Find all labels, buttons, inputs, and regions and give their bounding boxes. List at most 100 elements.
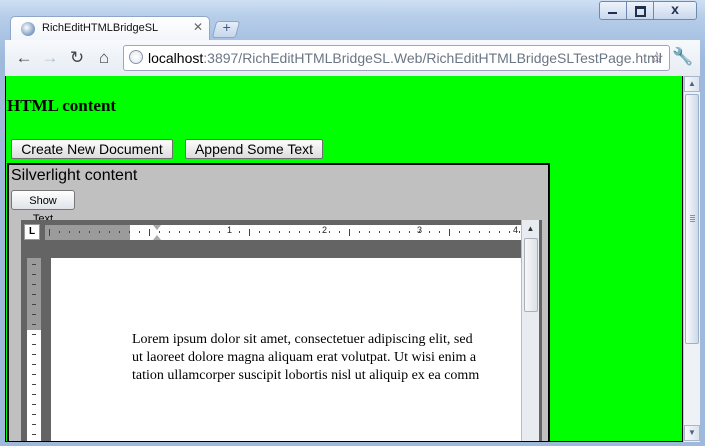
ruler-tick (32, 364, 36, 365)
append-some-text-button[interactable]: Append Some Text (185, 139, 323, 159)
ruler-number: 1 (227, 225, 233, 235)
browser-tab[interactable]: RichEditHTMLBridgeSL ✕ (10, 16, 210, 41)
address-path: :3897/RichEditHTMLBridgeSL.Web/RichEditH… (203, 50, 662, 66)
rich-edit-control: L 1 2 3 4 Lorem ipsum dolor sit amet, co… (21, 220, 542, 441)
ruler-tick (32, 314, 36, 315)
ruler-tick (59, 231, 60, 233)
ruler-tick (299, 231, 300, 233)
back-button[interactable]: ← (13, 47, 35, 69)
ruler-tick (309, 231, 310, 233)
ruler-tick (509, 231, 510, 233)
ruler-tick (32, 424, 36, 425)
ruler-tick (369, 231, 370, 233)
close-glyph: x (671, 1, 679, 17)
ruler-tick (389, 231, 390, 233)
ruler-tick (69, 231, 70, 233)
ruler-tick (469, 231, 470, 233)
document-page[interactable]: Lorem ipsum dolor sit amet, consectetuer… (51, 258, 523, 441)
ruler-tick (219, 231, 220, 233)
address-text: localhost:3897/RichEditHTMLBridgeSL.Web/… (148, 50, 662, 66)
ruler-tick (409, 231, 410, 233)
ruler-tick (279, 231, 280, 233)
ruler-tick (99, 231, 100, 233)
browser-window: x RichEditHTMLBridgeSL ✕ + ← → ↻ ⌂ local… (0, 0, 705, 446)
editor-scroll-thumb[interactable] (524, 238, 538, 312)
globe-icon (21, 22, 35, 36)
reload-button[interactable]: ↻ (66, 47, 88, 69)
page-viewport: HTML content Create New Document Append … (5, 76, 683, 442)
ruler-tick (79, 231, 80, 233)
page-scrollbar[interactable]: ▲ ▼ (683, 76, 700, 442)
document-line: ut laoreet dolore magna aliquam erat vol… (132, 350, 477, 365)
ruler-tick (519, 231, 520, 233)
ruler-tick (32, 374, 36, 375)
tab-title: RichEditHTMLBridgeSL (42, 22, 159, 34)
ruler-tick (32, 274, 36, 275)
ruler-tick (259, 231, 260, 233)
page-heading: HTML content (7, 96, 117, 115)
ruler-tick (199, 231, 200, 233)
ruler-tick (119, 231, 120, 233)
ruler-tick (32, 394, 36, 395)
document-line: tation ullamcorper suscipit lobortis nis… (132, 368, 480, 383)
close-icon[interactable]: x (654, 2, 696, 19)
show-text-button[interactable]: Show Text (11, 190, 75, 225)
maximize-icon[interactable] (627, 2, 654, 19)
forward-button[interactable]: → (39, 47, 61, 69)
vertical-ruler[interactable] (27, 258, 41, 441)
ruler-tick (419, 231, 420, 233)
wrench-icon[interactable]: 🔧 (671, 45, 695, 69)
create-new-document-button[interactable]: Create New Document (11, 139, 173, 159)
ruler-tick (459, 231, 460, 233)
ruler-tick (449, 229, 450, 236)
ruler-tick (249, 229, 250, 236)
document-text[interactable]: Lorem ipsum dolor sit amet, consectetuer… (132, 331, 523, 385)
ruler-tick (169, 231, 170, 233)
ruler-tick (49, 229, 50, 236)
ruler-margin (45, 225, 130, 240)
window-controls: x (599, 1, 697, 20)
silverlight-label: Silverlight content (11, 167, 138, 184)
ruler-tick (339, 231, 340, 233)
ruler-tick (32, 334, 36, 335)
tab-close-icon[interactable]: ✕ (193, 20, 203, 34)
ruler-tick (379, 231, 380, 233)
ruler-tick (149, 229, 150, 236)
home-button[interactable]: ⌂ (93, 47, 115, 69)
editor-scrollbar[interactable]: ▲ (521, 220, 539, 441)
scroll-up-icon[interactable]: ▲ (522, 220, 539, 237)
scroll-up-button[interactable]: ▲ (684, 76, 700, 92)
ruler-tick (32, 434, 36, 435)
page-scroll-thumb[interactable] (685, 94, 699, 344)
ruler-tick (229, 231, 230, 233)
scroll-down-button[interactable]: ▼ (684, 425, 700, 441)
ruler-tick (32, 294, 36, 295)
ruler-tick (179, 231, 180, 233)
grip-icon (690, 215, 695, 222)
ruler-tick (32, 354, 36, 355)
minimize-icon[interactable] (600, 2, 627, 19)
address-bar[interactable]: localhost:3897/RichEditHTMLBridgeSL.Web/… (123, 45, 670, 71)
ruler-tick (329, 231, 330, 233)
ruler-tick (32, 284, 36, 285)
ruler-tick (32, 384, 36, 385)
ruler-tick (269, 231, 270, 233)
ruler-tick (319, 231, 320, 233)
ruler-tick (32, 414, 36, 415)
ruler-tick (32, 344, 36, 345)
ruler-tick (129, 231, 130, 233)
tab-selector[interactable]: L (24, 224, 40, 240)
ruler-tick (489, 231, 490, 233)
new-tab-button[interactable]: + (211, 19, 241, 38)
ruler-tick (32, 404, 36, 405)
bookmark-star-icon[interactable]: ☆ (650, 48, 664, 68)
horizontal-ruler[interactable]: 1 2 3 4 (45, 225, 521, 240)
ruler-tick (289, 231, 290, 233)
ruler-tick (139, 231, 140, 233)
page-icon (129, 50, 143, 64)
silverlight-host: Silverlight content Show Text L 1 2 3 4 (7, 163, 550, 441)
ruler-tick (439, 231, 440, 233)
ruler-tick (479, 231, 480, 233)
ruler-tick (429, 231, 430, 233)
ruler-tick (359, 231, 360, 233)
